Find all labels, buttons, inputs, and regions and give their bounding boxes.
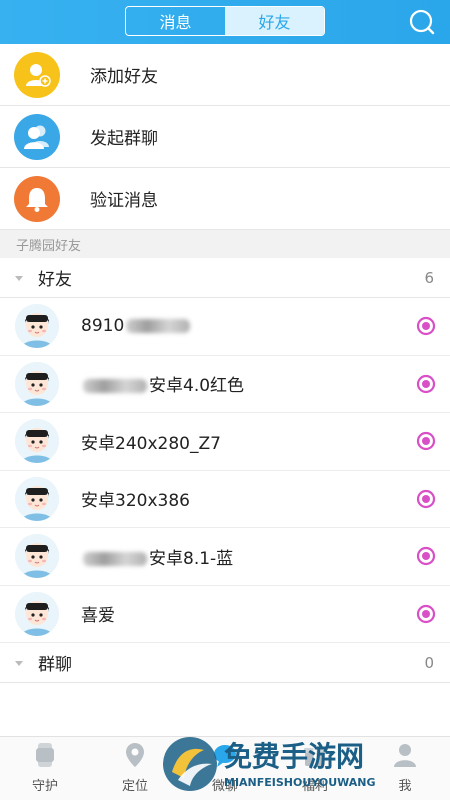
bell-icon (14, 175, 60, 222)
friend-row[interactable]: 安卓320x386 (0, 471, 450, 528)
add-friend-label: 添加好友 (90, 67, 158, 87)
avatar (15, 361, 59, 406)
group-chat-row[interactable]: 发起群聊 (0, 106, 450, 168)
tab-label: 我 (398, 779, 412, 794)
group-chat-label: 发起群聊 (90, 129, 158, 149)
verify-message-label: 验证消息 (90, 191, 158, 211)
friend-name: 安卓4.0红色 (81, 371, 244, 396)
collapse-indicator-icon (15, 275, 23, 281)
group-friends[interactable]: 好友 6 (0, 258, 450, 298)
online-status-icon (416, 547, 436, 566)
tab-location[interactable]: 定位 (90, 737, 180, 800)
online-status-icon (416, 432, 436, 451)
friend-name-prefix: 安卓320x386 (81, 491, 190, 512)
friend-name: 喜爱 (81, 601, 115, 626)
location-pin-icon (126, 743, 144, 767)
chat-icon (214, 745, 236, 767)
avatar (15, 534, 59, 579)
friend-name: 安卓240x280_Z7 (81, 429, 221, 454)
tab-friends[interactable]: 好友 (225, 7, 324, 35)
avatar (15, 304, 59, 349)
friend-name-suffix: 安卓4.0红色 (149, 376, 245, 397)
group-count: 0 (424, 653, 434, 672)
top-bar: 消息 好友 (0, 0, 450, 44)
online-status-icon (416, 374, 436, 393)
friend-name: 8910 (81, 316, 192, 336)
avatar (15, 476, 59, 521)
tab-label: 守护 (31, 779, 58, 794)
friend-name: 安卓320x386 (81, 486, 190, 511)
blurred-text (126, 319, 191, 334)
blurred-text (83, 379, 147, 394)
search-icon[interactable] (408, 8, 436, 36)
tab-me[interactable]: 我 (360, 737, 450, 800)
avatar (15, 591, 59, 636)
friend-name: 安卓8.1-蓝 (81, 544, 233, 569)
group-chat-icon (14, 113, 60, 160)
friend-list: 8910 安卓4.0红色安卓240x280_Z7 安卓320x386 安卓8.1-蓝喜… (0, 298, 450, 643)
online-status-icon (416, 489, 436, 508)
blurred-text (83, 551, 147, 566)
tab-messages[interactable]: 消息 (126, 7, 225, 35)
watch-icon (36, 743, 54, 767)
gift-icon (304, 748, 326, 766)
bottom-tab-bar: 守护 定位 微聊 福利 我 (0, 736, 450, 800)
tab-guard[interactable]: 守护 (0, 737, 90, 800)
tab-welfare[interactable]: 福利 (270, 737, 360, 800)
add-friend-row[interactable]: 添加好友 (0, 44, 450, 106)
friend-row[interactable]: 安卓4.0红色 (0, 356, 450, 413)
group-name: 群聊 (38, 655, 72, 675)
verify-message-row[interactable]: 验证消息 (0, 168, 450, 230)
online-status-icon (416, 317, 436, 336)
segment-control: 消息 好友 (125, 6, 325, 36)
friend-name-prefix: 8910 (81, 316, 125, 337)
collapse-indicator-icon (15, 660, 23, 666)
group-chats[interactable]: 群聊 0 (0, 643, 450, 683)
friend-row[interactable]: 8910 (0, 298, 450, 356)
add-friend-icon (14, 51, 60, 98)
group-count: 6 (424, 268, 434, 287)
friend-name-suffix: 安卓8.1-蓝 (149, 548, 234, 569)
tab-chat[interactable]: 微聊 (180, 737, 270, 800)
tab-label: 微聊 (211, 779, 238, 794)
tab-label: 福利 (301, 779, 328, 794)
group-name: 好友 (38, 270, 72, 290)
online-status-icon (416, 604, 436, 623)
friend-row[interactable]: 喜爱 (0, 586, 450, 643)
profile-icon (394, 744, 416, 767)
tab-label: 定位 (121, 779, 148, 794)
avatar (15, 419, 59, 464)
section-header: 子腾园好友 (0, 230, 450, 258)
friend-name-prefix: 安卓240x280_Z7 (81, 433, 221, 454)
friend-name-prefix: 喜爱 (81, 606, 115, 627)
friend-row[interactable]: 安卓240x280_Z7 (0, 413, 450, 471)
friend-row[interactable]: 安卓8.1-蓝 (0, 528, 450, 586)
